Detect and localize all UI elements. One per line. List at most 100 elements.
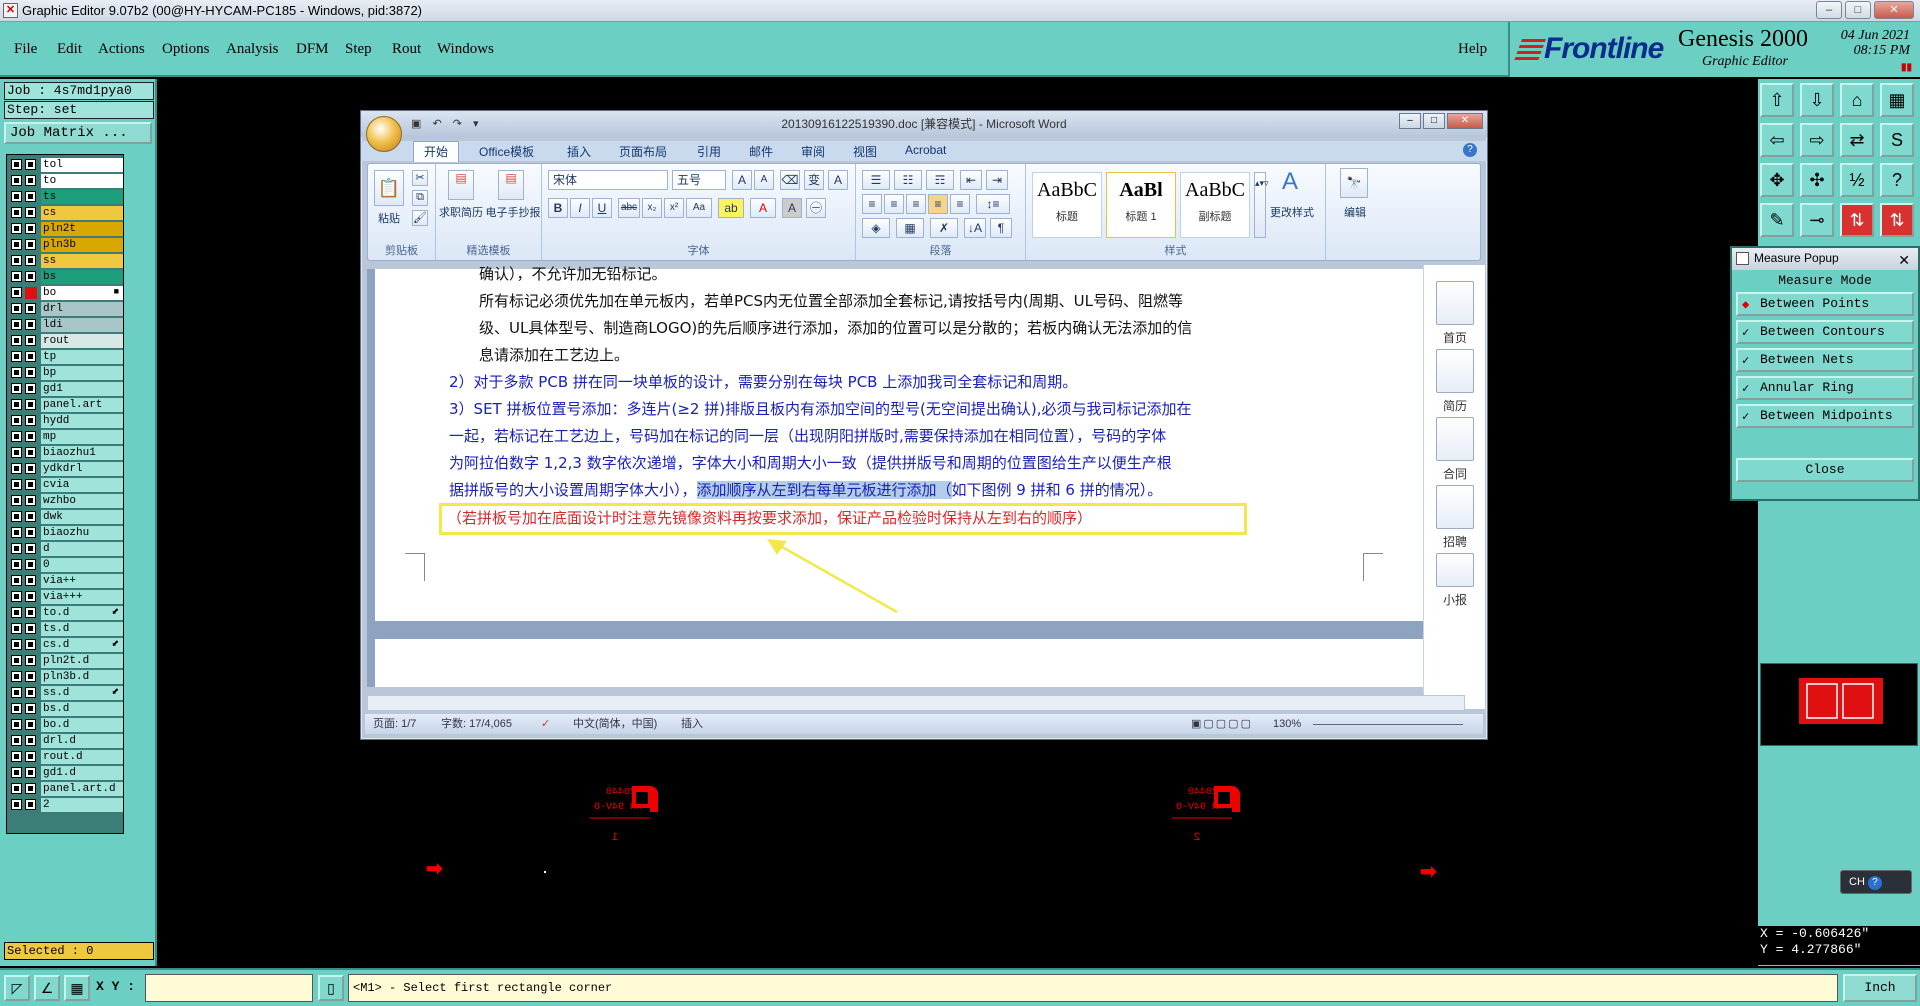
popup-close-icon[interactable]: ✕ [1898,250,1910,270]
menu-windows[interactable]: Windows [437,41,494,58]
layer-name[interactable]: 0 [41,558,123,572]
layer-checkbox[interactable] [11,655,22,666]
resume-template-button[interactable]: 求职简历 [436,204,486,220]
italic-icon[interactable]: I [570,198,590,218]
pane-resume[interactable]: 简历 [1432,349,1478,414]
format-painter-icon[interactable]: 🖌 [412,210,428,226]
layer-row[interactable]: drl.d [9,734,123,748]
layer-checkbox[interactable] [11,239,22,250]
layer-name[interactable]: 2 [41,798,123,812]
layer-affect-checkbox[interactable] [25,191,36,202]
layer-affect-checkbox[interactable] [25,351,36,362]
change-styles-button[interactable]: 更改样式 [1262,204,1322,220]
minimize-button[interactable]: – [1816,1,1842,19]
measure-icon[interactable]: ✎ [1760,203,1794,237]
distribute-icon[interactable]: ≡ [950,194,970,214]
layer-name[interactable]: tp [41,350,123,364]
layer-row[interactable]: rout [9,334,123,348]
document-page[interactable]: 确认），不允许加无铅标记。 所有标记必须优先加在单元板内，若单PCS内无位置全部… [375,265,1459,621]
layer-row[interactable]: to [9,174,123,188]
layer-checkbox[interactable] [11,399,22,410]
tab-office-templates[interactable]: Office模板 [479,143,534,160]
angle-mode-icon[interactable]: ∠ [34,975,60,1001]
window-icon[interactable]: ▦ [1880,83,1914,117]
align-right-icon[interactable]: ≡ [906,194,926,214]
layer-row[interactable]: bs [9,270,123,284]
word-maximize-button[interactable]: □ [1423,113,1445,129]
option-between-midpoints[interactable]: ✓ Between Midpoints [1736,404,1914,428]
char-border-icon[interactable]: A [828,170,848,190]
style-subtitle[interactable]: AaBbC 副标题 [1180,172,1250,238]
pane-tabloid[interactable]: 小报 [1432,553,1478,608]
layer-checkbox[interactable] [11,543,22,554]
find-icon[interactable]: 🔭 [1340,168,1368,198]
layer-name[interactable]: cvia [41,478,123,492]
layer-checkbox[interactable] [11,687,22,698]
status-language[interactable]: 中文(简体，中国) [573,714,657,734]
layer-checkbox[interactable] [11,767,22,778]
layer-checkbox[interactable] [11,319,22,330]
subscript-icon[interactable]: x₂ [642,198,662,218]
proofing-icon[interactable]: ✓ [541,714,550,734]
layer-row[interactable]: biaozhu1 [9,446,123,460]
style-title[interactable]: AaBbC 标题 [1032,172,1102,238]
show-marks-icon[interactable]: ¶ [990,218,1012,238]
paste-icon[interactable]: 📋 [374,170,404,206]
zoom-slider[interactable] [1313,724,1463,725]
view-buttons[interactable]: ▣▢▢▢▢ [1191,714,1253,734]
pan-left-icon[interactable]: ⇦ [1760,123,1794,157]
bold-icon[interactable]: B [548,198,568,218]
layer-affect-checkbox[interactable] [25,767,36,778]
tab-home[interactable]: 开始 [413,141,460,162]
scale-icon[interactable]: ½ [1840,163,1874,197]
xy-input[interactable] [145,974,313,1002]
layer-row[interactable]: pln3b.d [9,670,123,684]
layer-row[interactable]: cs.d ⬋ [9,638,123,652]
layer-affect-checkbox[interactable] [25,527,36,538]
layer-row[interactable]: panel.art.d [9,782,123,796]
layer-checkbox[interactable] [11,639,22,650]
layer-name[interactable]: ss [41,254,123,268]
net-icon[interactable]: ⇅ [1880,203,1914,237]
layer-name[interactable]: pln3b.d [41,670,123,684]
layer-row[interactable]: tol [9,158,123,172]
layer-name[interactable]: to [41,174,123,188]
document-page-2[interactable] [375,639,1459,687]
tab-page-layout[interactable]: 页面布局 [619,143,667,160]
layer-name[interactable]: panel.art [41,398,123,412]
probe-icon[interactable]: ⊸ [1800,203,1834,237]
tab-view[interactable]: 视图 [853,143,877,160]
layer-name[interactable]: bp [41,366,123,380]
layer-name[interactable]: via++ [41,574,123,588]
command-toggle-icon[interactable]: ▯ [318,975,344,1001]
layer-affect-checkbox[interactable] [25,447,36,458]
layer-name[interactable]: d [41,542,123,556]
layer-affect-checkbox[interactable] [25,335,36,346]
numbering-icon[interactable]: ☷ [894,170,922,190]
close-button[interactable]: ✕ [1874,1,1914,19]
layer-checkbox[interactable] [11,735,22,746]
layer-name[interactable]: bs [41,270,123,284]
layer-checkbox[interactable] [11,591,22,602]
layer-affect-checkbox[interactable] [25,623,36,634]
layer-toggle-icon[interactable]: ⇅ [1840,203,1874,237]
tab-review[interactable]: 审阅 [801,143,825,160]
layer-name[interactable]: via+++ [41,590,123,604]
layer-row[interactable]: tp [9,350,123,364]
layer-affect-checkbox[interactable] [25,671,36,682]
layer-row[interactable]: gd1 [9,382,123,396]
layer-affect-checkbox[interactable] [25,751,36,762]
resume-template-icon[interactable]: ▤ [448,170,474,200]
layer-checkbox[interactable] [11,575,22,586]
layer-affect-checkbox[interactable] [25,799,36,810]
tab-references[interactable]: 引用 [697,143,721,160]
layer-checkbox[interactable] [11,191,22,202]
layer-checkbox[interactable] [11,751,22,762]
measure-close-button[interactable]: Close [1736,458,1914,482]
menu-analysis[interactable]: Analysis [226,41,279,58]
layer-row[interactable]: ts.d [9,622,123,636]
shading-icon[interactable]: ◈ [862,218,890,238]
tab-insert[interactable]: 插入 [567,143,591,160]
layer-checkbox[interactable] [11,623,22,634]
layer-name[interactable]: bs.d [41,702,123,716]
